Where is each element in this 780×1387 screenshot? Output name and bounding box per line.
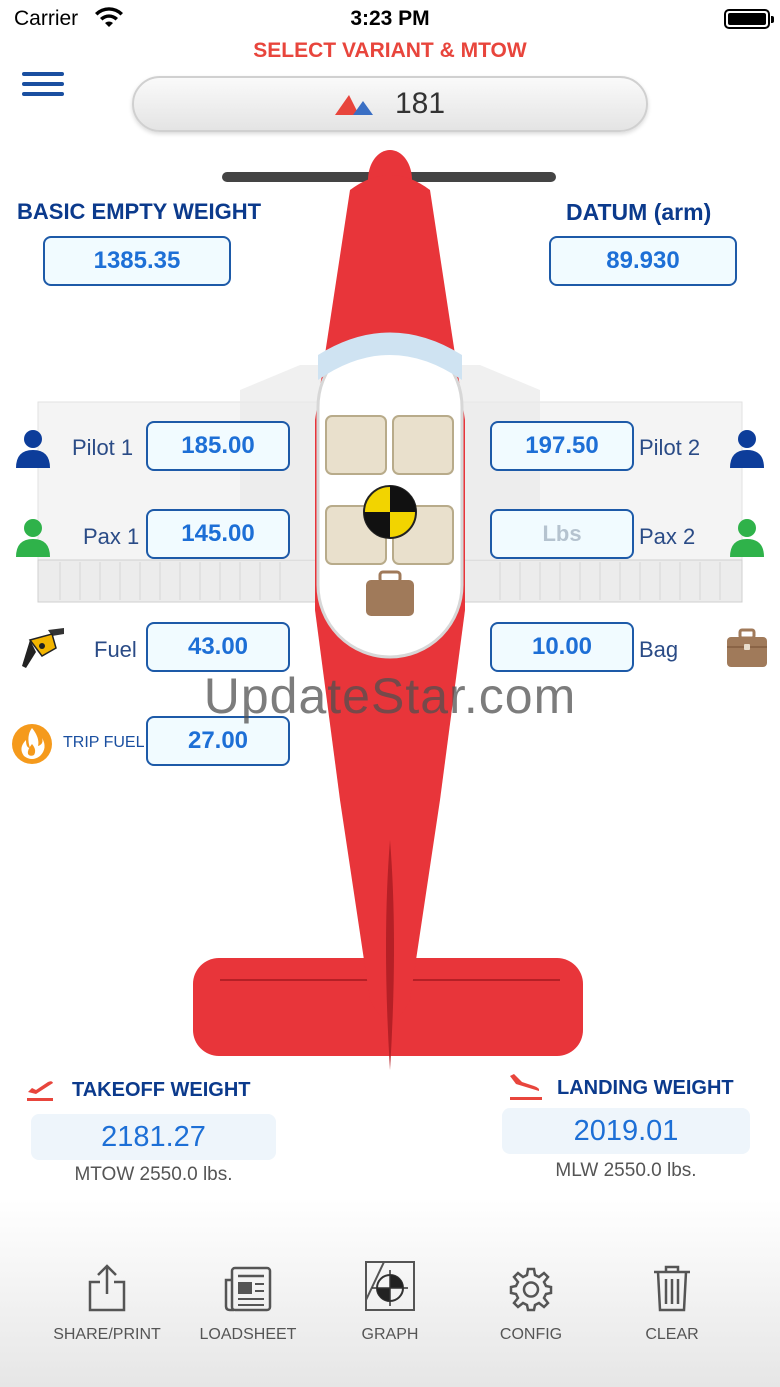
takeoff-weight-value: 2181.27: [31, 1114, 276, 1160]
pilot1-person-icon: [16, 430, 50, 468]
pilot2-person-icon: [730, 430, 764, 468]
brand-logo-icon: [334, 95, 373, 115]
pax2-label: Pax 2: [639, 524, 696, 549]
fuel-nozzle-icon: [22, 628, 64, 668]
share-print-button[interactable]: SHARE/PRINT: [37, 1258, 177, 1344]
landing-icon: [510, 1074, 542, 1100]
loadsheet-icon: [224, 1266, 272, 1312]
loadsheet-label: LOADSHEET: [199, 1326, 297, 1343]
landing-weight-label: LANDING WEIGHT: [557, 1077, 734, 1099]
fuel-field[interactable]: 43.00: [146, 622, 290, 672]
watermark-text: UpdateStar.com: [203, 668, 577, 724]
mlw-limit: MLW 2550.0 lbs.: [555, 1160, 697, 1181]
pax1-label: Pax 1: [83, 524, 140, 549]
pilot1-label: Pilot 1: [72, 435, 134, 460]
graph-label: GRAPH: [361, 1326, 419, 1343]
pax1-person-icon: [16, 519, 50, 557]
bag-label: Bag: [639, 637, 679, 662]
share-icon: [88, 1264, 126, 1312]
takeoff-icon: [27, 1081, 53, 1101]
pax2-person-icon: [730, 519, 764, 557]
graph-button[interactable]: GRAPH: [320, 1258, 460, 1344]
pilot2-weight-field[interactable]: 197.50: [490, 421, 634, 471]
pax1-weight-field[interactable]: 145.00: [146, 509, 290, 559]
landing-weight-value: 2019.01: [502, 1108, 750, 1154]
pilot2-label: Pilot 2: [639, 435, 701, 460]
datum-field[interactable]: 89.930: [549, 236, 737, 286]
takeoff-weight-label: TAKEOFF WEIGHT: [72, 1079, 251, 1101]
bag-weight-field[interactable]: 10.00: [490, 622, 634, 672]
status-time: 3:23 PM: [350, 7, 430, 30]
clear-button[interactable]: CLEAR: [602, 1258, 742, 1344]
config-label: CONFIG: [499, 1326, 563, 1343]
fuel-label: Fuel: [94, 637, 137, 662]
select-variant-label[interactable]: SELECT VARIANT & MTOW: [0, 39, 780, 63]
basic-empty-weight-label: BASIC EMPTY WEIGHT: [17, 199, 262, 224]
briefcase-icon: [727, 628, 767, 667]
clear-label: CLEAR: [645, 1326, 699, 1343]
datum-label: DATUM (arm): [566, 199, 712, 225]
mtow-limit: MTOW 2550.0 lbs.: [74, 1164, 233, 1185]
config-button[interactable]: CONFIG: [461, 1258, 601, 1344]
variant-selector[interactable]: 181: [132, 76, 648, 132]
variant-value: 181: [394, 87, 446, 120]
basic-empty-weight-field[interactable]: 1385.35: [43, 236, 231, 286]
hamburger-menu-button[interactable]: [22, 72, 66, 100]
battery-icon: [724, 9, 774, 29]
flame-icon: [12, 724, 52, 764]
gear-icon: [509, 1267, 553, 1312]
trip-fuel-label: TRIP FUEL: [63, 734, 145, 751]
pilot1-weight-field[interactable]: 185.00: [146, 421, 290, 471]
graph-icon: [365, 1261, 415, 1311]
pax2-weight-field[interactable]: Lbs: [490, 509, 634, 559]
share-print-label: SHARE/PRINT: [53, 1326, 161, 1343]
loadsheet-button[interactable]: LOADSHEET: [178, 1258, 318, 1344]
trash-icon: [654, 1265, 690, 1312]
